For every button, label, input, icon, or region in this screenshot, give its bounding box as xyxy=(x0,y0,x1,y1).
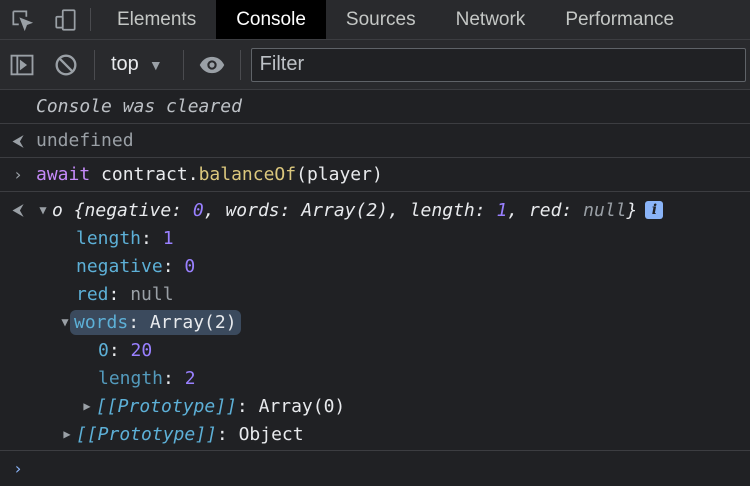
console-prompt[interactable]: › xyxy=(0,451,750,485)
array-value: 20 xyxy=(130,339,153,361)
prop-row: length: 1 xyxy=(76,227,174,249)
result-arrow-icon: ⮜ xyxy=(12,130,24,150)
preview-key-red: red xyxy=(528,199,562,221)
console-result-undefined: ⮜ undefined xyxy=(0,124,750,158)
tab-sources[interactable]: Sources xyxy=(326,0,436,39)
context-selector[interactable]: top ▼ xyxy=(101,40,177,89)
devtools-tab-bar: Elements Console Sources Network Perform… xyxy=(0,0,750,40)
clear-console-button[interactable] xyxy=(44,40,88,89)
array-item-row: 0: 20 xyxy=(98,339,153,361)
inspect-element-icon[interactable] xyxy=(0,0,44,39)
prototype-key: [[Prototype]] xyxy=(96,395,237,417)
result-value: undefined xyxy=(36,130,134,151)
prop-key: negative xyxy=(76,255,163,277)
sidebar-toggle-button[interactable] xyxy=(0,40,44,89)
array-length-value: 2 xyxy=(184,367,196,389)
prompt-chevron-icon: › xyxy=(13,458,23,478)
words-key: words xyxy=(74,311,129,333)
console-cleared-message: Console was cleared xyxy=(0,90,750,124)
preview-brace-close: } xyxy=(626,199,638,221)
toolbar-divider xyxy=(182,49,184,80)
tab-elements[interactable]: Elements xyxy=(97,0,216,39)
object-summary[interactable]: ⮜ ▼ o {negative: 0, words: Array(2), len… xyxy=(0,196,750,224)
prototype-key: [[Prototype]] xyxy=(76,423,217,445)
tab-divider xyxy=(90,8,91,31)
live-expression-eye-icon xyxy=(199,56,224,73)
result-arrow-icon: ⮜ xyxy=(12,200,24,219)
console-command: › await contract. balanceOf (player) xyxy=(0,158,750,192)
filter-input[interactable] xyxy=(250,47,746,82)
toolbar-divider xyxy=(239,49,241,80)
preview-brace-open: { xyxy=(73,199,85,221)
triangle-down-icon: ▼ xyxy=(148,56,163,73)
command-method: balanceOf xyxy=(198,164,297,185)
preview-value-length: 1 xyxy=(496,199,508,221)
console-toolbar: top ▼ xyxy=(0,40,750,90)
words-value: Array(2) xyxy=(149,311,237,333)
prototype-value: Array(0) xyxy=(258,395,346,417)
preview-key-negative: negative xyxy=(84,199,172,221)
array-item-row: length: 2 xyxy=(98,367,196,389)
array-index: 0 xyxy=(98,339,109,361)
prop-key: length xyxy=(76,227,142,249)
command-args: (player) xyxy=(296,164,383,185)
tab-console[interactable]: Console xyxy=(216,0,326,39)
array-prototype-row[interactable]: ▶ [[Prototype]]: Array(0) xyxy=(0,392,750,420)
tab-performance[interactable]: Performance xyxy=(545,0,694,39)
tab-network[interactable]: Network xyxy=(436,0,546,39)
prop-row: red: null xyxy=(76,283,174,305)
toolbar-divider xyxy=(94,49,95,80)
collapse-triangle-icon[interactable]: ▶ xyxy=(60,427,74,441)
prop-value: 0 xyxy=(184,255,196,277)
words-row[interactable]: ▼ words: Array(2) xyxy=(0,308,750,336)
clear-console-icon xyxy=(55,54,77,75)
cleared-text: Console was cleared xyxy=(36,96,242,117)
collapse-triangle-icon[interactable]: ▶ xyxy=(80,399,94,413)
preview-key-words: words xyxy=(225,199,280,221)
command-dot: . xyxy=(187,164,199,185)
live-expression-button[interactable] xyxy=(190,40,234,89)
object-name: o xyxy=(52,199,63,221)
prop-row: negative: 0 xyxy=(76,255,196,277)
object-prototype-row[interactable]: ▶ [[Prototype]]: Object xyxy=(0,420,750,448)
prop-value: null xyxy=(130,283,174,305)
prop-value: 1 xyxy=(162,227,174,249)
preview-value-red: null xyxy=(583,199,627,221)
context-selector-value: top xyxy=(111,53,139,75)
preview-value-words: Array(2) xyxy=(301,199,389,221)
preview-value-negative: 0 xyxy=(192,199,204,221)
command-object: contract xyxy=(101,164,188,185)
array-length-key: length xyxy=(98,367,164,389)
expand-triangle-icon[interactable]: ▼ xyxy=(36,203,50,217)
console-object-result: ⮜ ▼ o {negative: 0, words: Array(2), len… xyxy=(0,192,750,451)
device-toolbar-icon[interactable] xyxy=(44,0,88,39)
chevron-right-icon: › xyxy=(13,165,23,184)
sidebar-toggle-icon xyxy=(10,54,34,75)
prototype-value: Object xyxy=(238,423,304,445)
command-await: await xyxy=(36,164,91,185)
words-highlight[interactable]: words: Array(2) xyxy=(70,309,241,335)
console-output: Console was cleared ⮜ undefined › await … xyxy=(0,90,750,485)
info-icon[interactable]: i xyxy=(645,201,664,219)
prop-key: red xyxy=(76,283,109,305)
preview-key-length: length xyxy=(409,199,475,221)
